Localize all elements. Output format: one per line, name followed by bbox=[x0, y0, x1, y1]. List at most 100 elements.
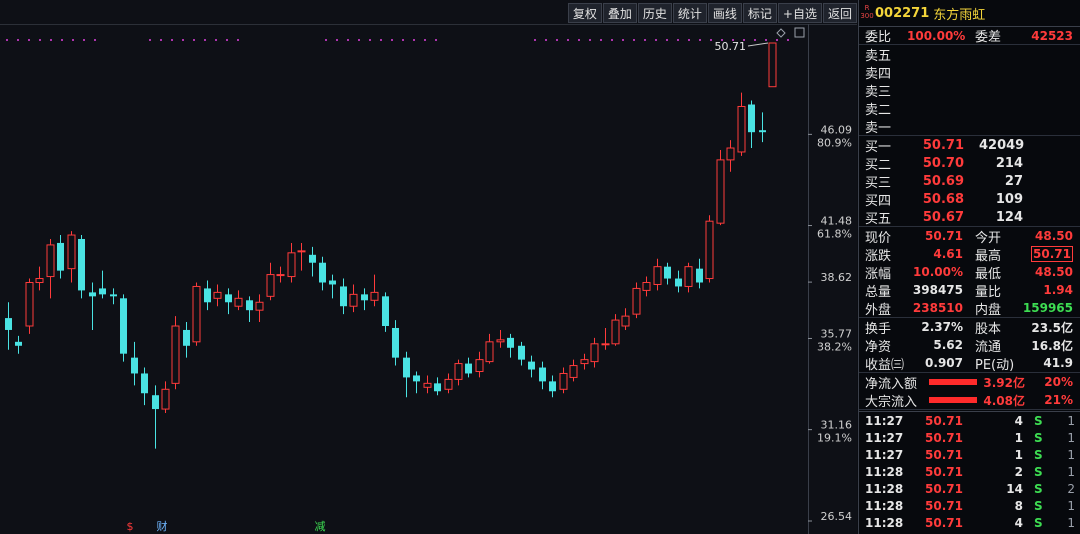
tick-side: S bbox=[1034, 498, 1043, 513]
tick-count: 1 bbox=[1067, 498, 1075, 513]
ask-row[interactable]: 卖四 bbox=[859, 63, 1080, 82]
signal-dot bbox=[325, 39, 327, 41]
bid-volume: 214 bbox=[995, 155, 1023, 171]
price-axis-label: 35.77 bbox=[821, 327, 853, 340]
draw-line-button[interactable]: 画线 bbox=[707, 3, 742, 23]
price-axis-label: 26.54 bbox=[821, 510, 853, 523]
tick-count: 1 bbox=[1067, 447, 1075, 462]
stat-label: 股本 bbox=[975, 321, 1002, 337]
bid-row[interactable]: 买一 50.71 42049 bbox=[859, 136, 1080, 155]
restore-rights-button[interactable]: 复权 bbox=[567, 3, 602, 23]
stat-value: 48.50 bbox=[1035, 265, 1073, 279]
signal-dot bbox=[589, 39, 591, 41]
stat-label: 涨幅 bbox=[865, 266, 892, 282]
tick-side: S bbox=[1034, 430, 1043, 445]
stat-label: 最低 bbox=[975, 266, 1002, 282]
kline-chart-panel[interactable]: 46.09 80.9% 41.48 61.8% 38.62 35.77 38.2% 31.16… bbox=[0, 0, 857, 534]
signal-dot bbox=[72, 39, 74, 41]
signal-dot bbox=[567, 39, 569, 41]
tick-count: 1 bbox=[1067, 413, 1075, 428]
candle-body-down bbox=[246, 300, 253, 311]
bid-level-label: 买一 bbox=[865, 139, 892, 155]
stat-value: 0.907 bbox=[925, 356, 963, 370]
bid-volume: 109 bbox=[995, 191, 1023, 207]
signal-dot bbox=[534, 39, 536, 41]
candle-body-down bbox=[518, 345, 525, 360]
candle-body-up bbox=[423, 382, 432, 388]
ask-row[interactable]: 卖三 bbox=[859, 81, 1080, 100]
tick-row[interactable]: 11:27 50.71 1 S 1 bbox=[859, 429, 1080, 446]
tick-row[interactable]: 11:28 50.71 14 S 2 bbox=[859, 480, 1080, 497]
signal-dot bbox=[402, 39, 404, 41]
percent-axis-label: 38.2% bbox=[817, 340, 852, 353]
candle-body-up bbox=[297, 250, 306, 253]
signal-dot bbox=[688, 39, 690, 41]
bid-row[interactable]: 买五 50.67 124 bbox=[859, 208, 1080, 227]
signal-dot bbox=[710, 39, 712, 41]
stat-label: 今开 bbox=[975, 230, 1002, 246]
stock-name[interactable]: 东方雨虹 bbox=[933, 4, 985, 23]
candle-body-up bbox=[192, 285, 201, 343]
tick-time: 11:28 bbox=[865, 515, 904, 530]
candle-body-down bbox=[57, 242, 64, 271]
committee-ratio-label: 委比 bbox=[865, 30, 892, 45]
candle-body-down bbox=[382, 296, 389, 327]
back-button[interactable]: 返回 bbox=[822, 3, 857, 23]
signal-dot bbox=[149, 39, 151, 41]
stat-value: 159965 bbox=[1022, 301, 1073, 315]
tick-time: 11:28 bbox=[865, 481, 904, 496]
flow-percent: 21% bbox=[1044, 393, 1073, 407]
history-button[interactable]: 历史 bbox=[637, 3, 672, 23]
candle-body-down bbox=[309, 254, 316, 263]
candle-body-up bbox=[726, 147, 735, 161]
tick-row[interactable]: 11:28 50.71 4 S 1 bbox=[859, 514, 1080, 531]
stat-value: 50.71 bbox=[1031, 246, 1073, 262]
event-marker: 减 bbox=[315, 520, 326, 533]
bid-row[interactable]: 买二 50.70 214 bbox=[859, 154, 1080, 173]
tick-volume: 14 bbox=[1006, 481, 1023, 496]
candle-body-down bbox=[759, 130, 766, 133]
tick-row[interactable]: 11:28 50.71 8 S 1 bbox=[859, 497, 1080, 514]
candle-body-up bbox=[213, 291, 222, 299]
flow-bar bbox=[929, 379, 977, 385]
ask-row[interactable]: 卖二 bbox=[859, 99, 1080, 118]
signal-dot bbox=[391, 39, 393, 41]
stat-value: 48.50 bbox=[1035, 229, 1073, 243]
candle-body-down bbox=[664, 266, 671, 279]
candle-body-up bbox=[234, 297, 243, 307]
candle-body-up bbox=[768, 42, 777, 88]
overlay-button[interactable]: 叠加 bbox=[602, 3, 637, 23]
candle-body-down bbox=[319, 262, 326, 283]
ask-row[interactable]: 卖一 bbox=[859, 117, 1080, 136]
candle-body-up bbox=[35, 278, 44, 283]
stat-label: 总量 bbox=[865, 284, 892, 300]
signal-dot bbox=[39, 39, 41, 41]
bid-row[interactable]: 买四 50.68 109 bbox=[859, 190, 1080, 209]
mark-button[interactable]: 标记 bbox=[742, 3, 777, 23]
stock-code[interactable]: 002271 bbox=[875, 6, 929, 21]
tick-count: 2 bbox=[1067, 481, 1075, 496]
kline-chart[interactable]: 46.0980.9% 41.4861.8% 38.62 35.7738.2% 31.16… bbox=[0, 0, 857, 534]
stat-label: 流通 bbox=[975, 339, 1002, 355]
signal-dot bbox=[633, 39, 635, 41]
add-watchlist-button[interactable]: +自选 bbox=[777, 3, 822, 23]
candle-body-down bbox=[465, 363, 472, 374]
signal-dot bbox=[545, 39, 547, 41]
ask-row[interactable]: 卖五 bbox=[859, 45, 1080, 64]
tick-time: 11:28 bbox=[865, 464, 904, 479]
tick-row[interactable]: 11:28 50.71 2 S 1 bbox=[859, 463, 1080, 480]
candle-body-down bbox=[78, 238, 85, 291]
bid-row[interactable]: 买三 50.69 27 bbox=[859, 172, 1080, 191]
tick-row[interactable]: 11:27 50.71 1 S 1 bbox=[859, 446, 1080, 463]
fundamental-stats: 换手 2.37% 股本 23.5亿 净资 5.62 流通 16.8亿 收益㈢ 0.907 PE(动)… bbox=[859, 318, 1080, 373]
high-price-label: 50.71 bbox=[715, 40, 747, 53]
signal-dot bbox=[215, 39, 217, 41]
tick-list[interactable]: 11:27 50.71 4 S 1 11:27 50.71 1 S 1 11:27 50.71 1 S 1 1… bbox=[859, 411, 1080, 531]
signal-dot bbox=[17, 39, 19, 41]
signal-dot bbox=[677, 39, 679, 41]
committee-ratio-value: 100.00% bbox=[907, 28, 966, 43]
tick-price: 50.71 bbox=[925, 447, 963, 462]
signal-dot bbox=[237, 39, 239, 41]
statistics-button[interactable]: 统计 bbox=[672, 3, 707, 23]
tick-row[interactable]: 11:27 50.71 4 S 1 bbox=[859, 412, 1080, 429]
